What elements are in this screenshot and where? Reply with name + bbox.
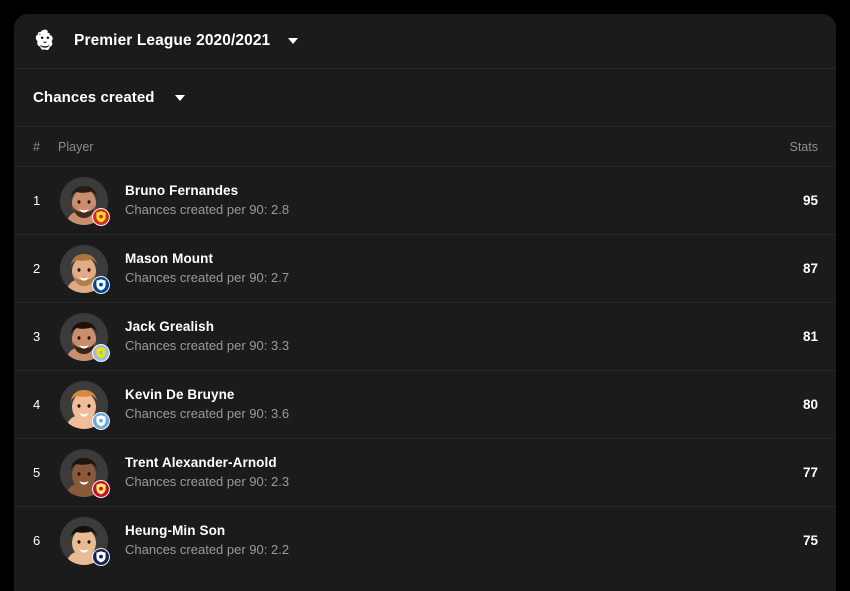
table-row[interactable]: 4 Kevin De Bruyne Chances created per 90: … xyxy=(14,370,836,438)
chevron-down-icon[interactable] xyxy=(288,38,299,44)
row-rank: 5 xyxy=(33,465,41,480)
player-avatar xyxy=(60,380,110,430)
player-info: Bruno Fernandes Chances created per 90: 2… xyxy=(125,182,788,219)
metric-label: Chances created xyxy=(33,89,155,106)
row-rank: 1 xyxy=(33,193,41,208)
row-rank: 6 xyxy=(33,533,41,548)
player-info: Heung-Min Son Chances created per 90: 2.2 xyxy=(125,522,788,559)
player-stat-per90: Chances created per 90: 2.3 xyxy=(125,474,290,489)
player-list: 1 Bruno Fernandes Chances created per 90: … xyxy=(14,166,836,574)
league-title: Premier League 2020/2021 xyxy=(74,32,271,49)
club-badge-icon xyxy=(92,207,110,226)
player-stat-value: 87 xyxy=(802,261,818,276)
screen: Premier League 2020/2021 Chances created… xyxy=(0,0,850,591)
player-name: Heung-Min Son xyxy=(125,523,226,538)
club-badge-icon xyxy=(92,479,110,498)
player-stat-value: 77 xyxy=(802,465,818,480)
player-stat-value: 80 xyxy=(802,397,818,412)
player-stat-value: 81 xyxy=(802,329,818,344)
player-avatar xyxy=(60,244,110,294)
row-rank: 3 xyxy=(33,329,41,344)
player-stat-per90: Chances created per 90: 2.7 xyxy=(125,270,290,285)
player-avatar xyxy=(60,448,110,498)
player-avatar xyxy=(60,516,110,566)
table-row[interactable]: 3 Jack Grealish Chances created per 90: 3.… xyxy=(14,302,836,370)
club-badge-icon xyxy=(92,547,110,566)
row-rank: 4 xyxy=(33,397,41,412)
player-stat-per90: Chances created per 90: 3.6 xyxy=(125,406,290,421)
chevron-down-icon[interactable] xyxy=(174,94,185,101)
player-avatar xyxy=(60,176,110,226)
player-info: Kevin De Bruyne Chances created per 90: 3… xyxy=(125,386,788,423)
player-name: Kevin De Bruyne xyxy=(125,387,235,402)
player-name: Mason Mount xyxy=(125,251,214,266)
club-badge-icon xyxy=(92,275,110,294)
player-stat-per90: Chances created per 90: 2.2 xyxy=(125,542,290,557)
table-header: # Player Stats xyxy=(14,127,836,166)
player-stat-value: 95 xyxy=(802,193,818,208)
player-info: Jack Grealish Chances created per 90: 3.3 xyxy=(125,318,788,355)
table-row[interactable]: 5 Trent Alexander-Arnold Chances created p… xyxy=(14,438,836,506)
column-header-stats: Stats xyxy=(789,139,819,154)
row-rank: 2 xyxy=(33,261,41,276)
player-stat-per90: Chances created per 90: 2.8 xyxy=(125,202,290,217)
player-info: Trent Alexander-Arnold Chances created pe… xyxy=(125,454,788,491)
club-badge-icon xyxy=(92,411,110,430)
column-header-player: Player xyxy=(58,139,94,154)
player-stat-per90: Chances created per 90: 3.3 xyxy=(125,338,290,353)
leaderboard-card: Premier League 2020/2021 Chances created… xyxy=(14,14,836,591)
club-badge-icon xyxy=(92,343,110,362)
player-info: Mason Mount Chances created per 90: 2.7 xyxy=(125,250,788,287)
premier-league-lion-icon xyxy=(32,28,58,54)
player-name: Jack Grealish xyxy=(125,319,215,334)
column-header-rank: # xyxy=(33,139,40,154)
player-name: Trent Alexander-Arnold xyxy=(125,455,277,470)
league-selector[interactable]: Premier League 2020/2021 xyxy=(14,14,836,69)
table-row[interactable]: 6 Heung-Min Son Chances created per 90: 2.… xyxy=(14,506,836,574)
table-row[interactable]: 2 Mason Mount Chances created per 90: 2.7 8… xyxy=(14,234,836,302)
metric-selector[interactable]: Chances created xyxy=(14,69,836,127)
player-avatar xyxy=(60,312,110,362)
table-row[interactable]: 1 Bruno Fernandes Chances created per 90: … xyxy=(14,166,836,234)
player-name: Bruno Fernandes xyxy=(125,183,239,198)
player-stat-value: 75 xyxy=(802,533,818,548)
